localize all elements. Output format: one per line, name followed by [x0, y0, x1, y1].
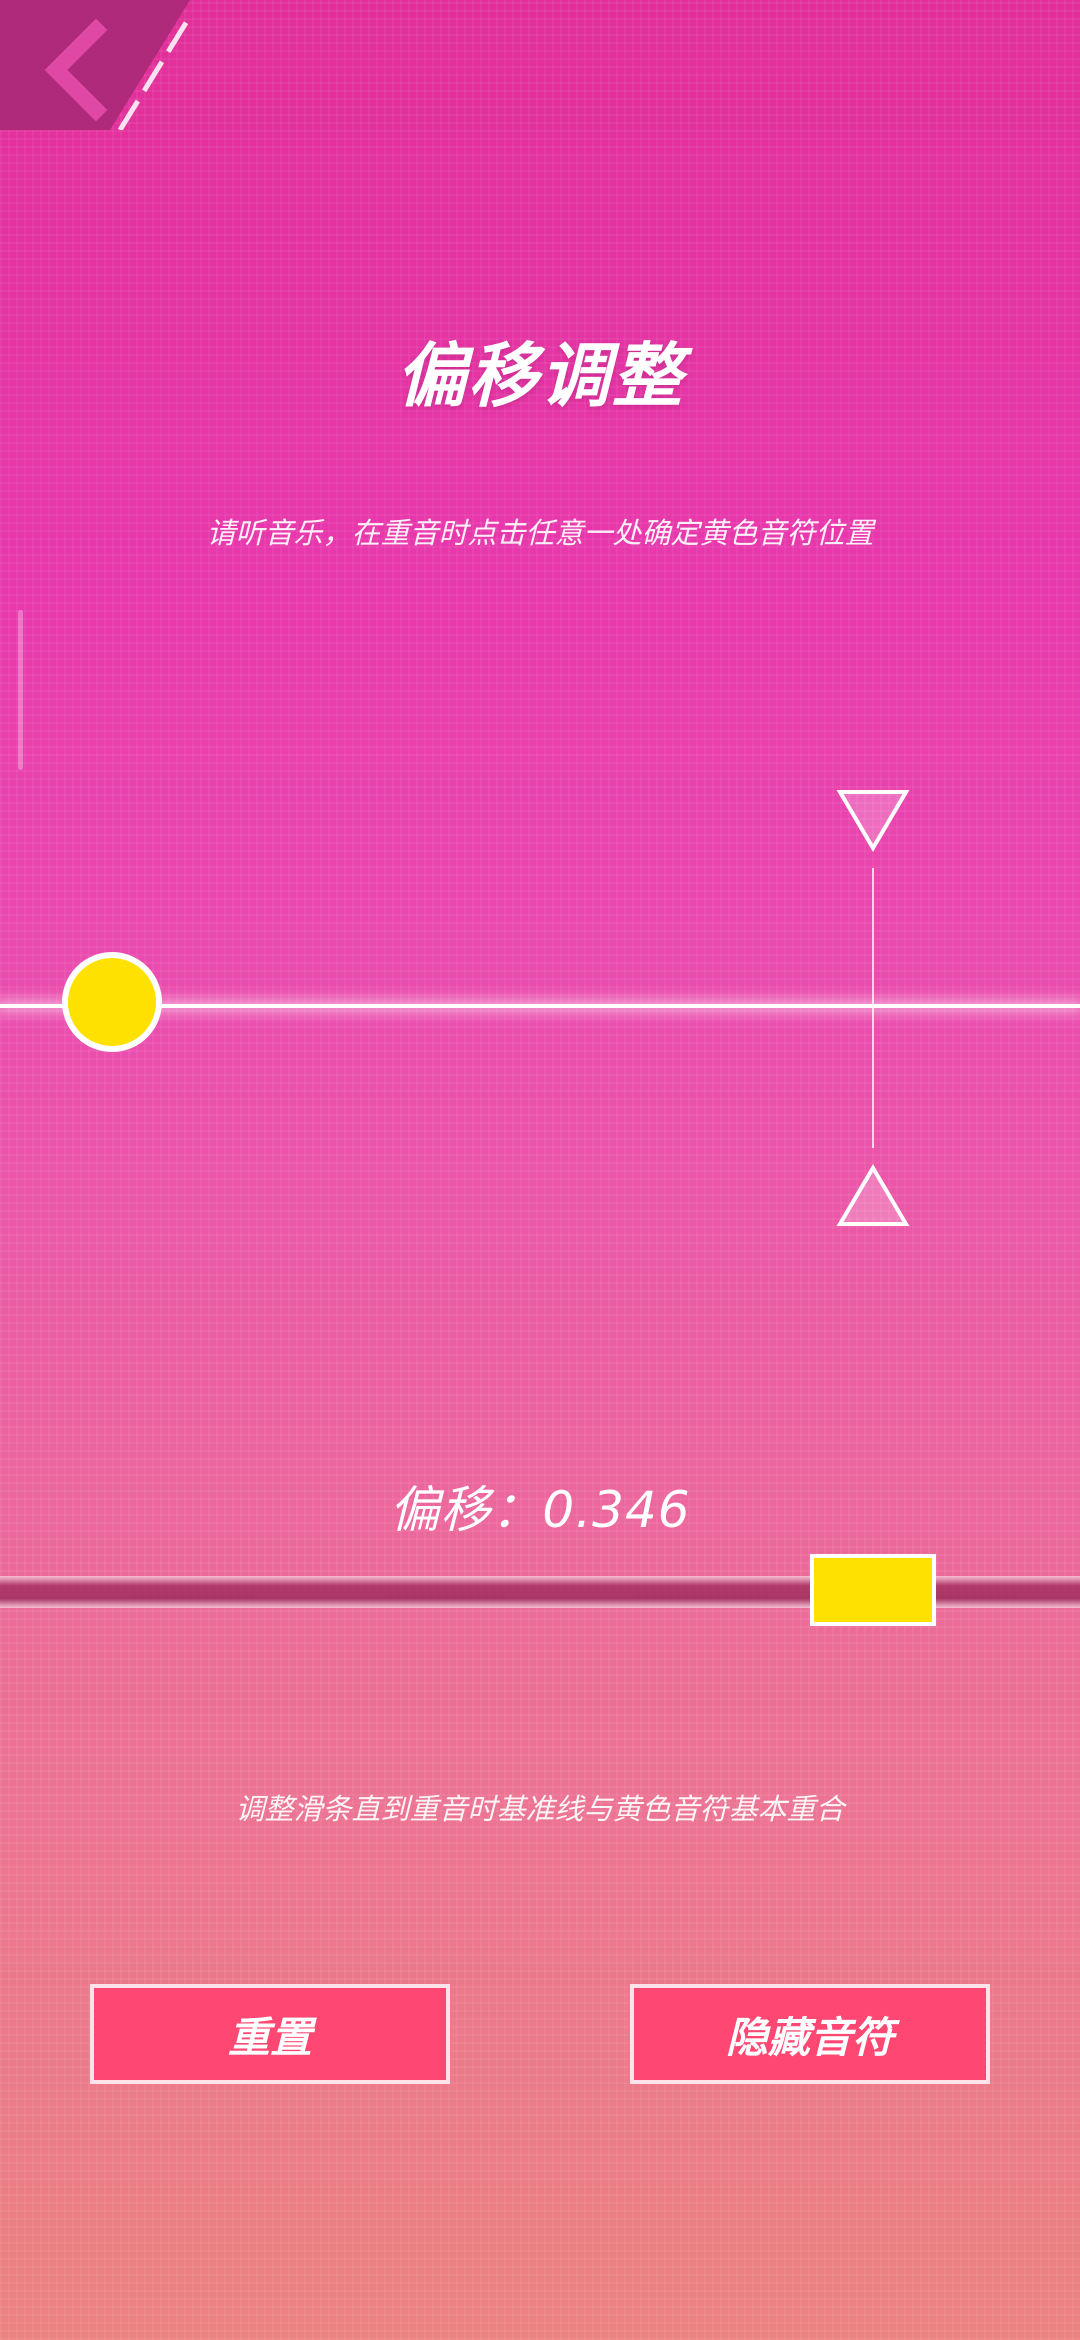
- yellow-note: [62, 952, 162, 1052]
- offset-value: 0.346: [542, 1481, 691, 1539]
- back-button[interactable]: [0, 0, 190, 130]
- offset-readout: 偏移：0.346: [0, 1470, 1080, 1542]
- page-title: 偏移调整: [396, 335, 684, 417]
- offset-slider-handle[interactable]: [810, 1554, 936, 1626]
- note-range-marker: [836, 788, 910, 1228]
- triangle-down-icon: [836, 790, 910, 852]
- hide-notes-button[interactable]: 隐藏音符: [630, 1984, 990, 2084]
- instruction-text: 请听音乐，在重音时点击任意一处确定黄色音符位置: [206, 516, 874, 550]
- triangle-up-icon: [836, 1164, 910, 1226]
- scroll-indicator: [18, 610, 23, 770]
- reset-button[interactable]: 重置: [90, 1984, 450, 2084]
- beat-baseline: [0, 1004, 1080, 1008]
- back-tab-shape: [0, 0, 190, 130]
- offset-label: 偏移：: [389, 1481, 543, 1539]
- hint-text: 调整滑条直到重音时基准线与黄色音符基本重合: [235, 1792, 845, 1826]
